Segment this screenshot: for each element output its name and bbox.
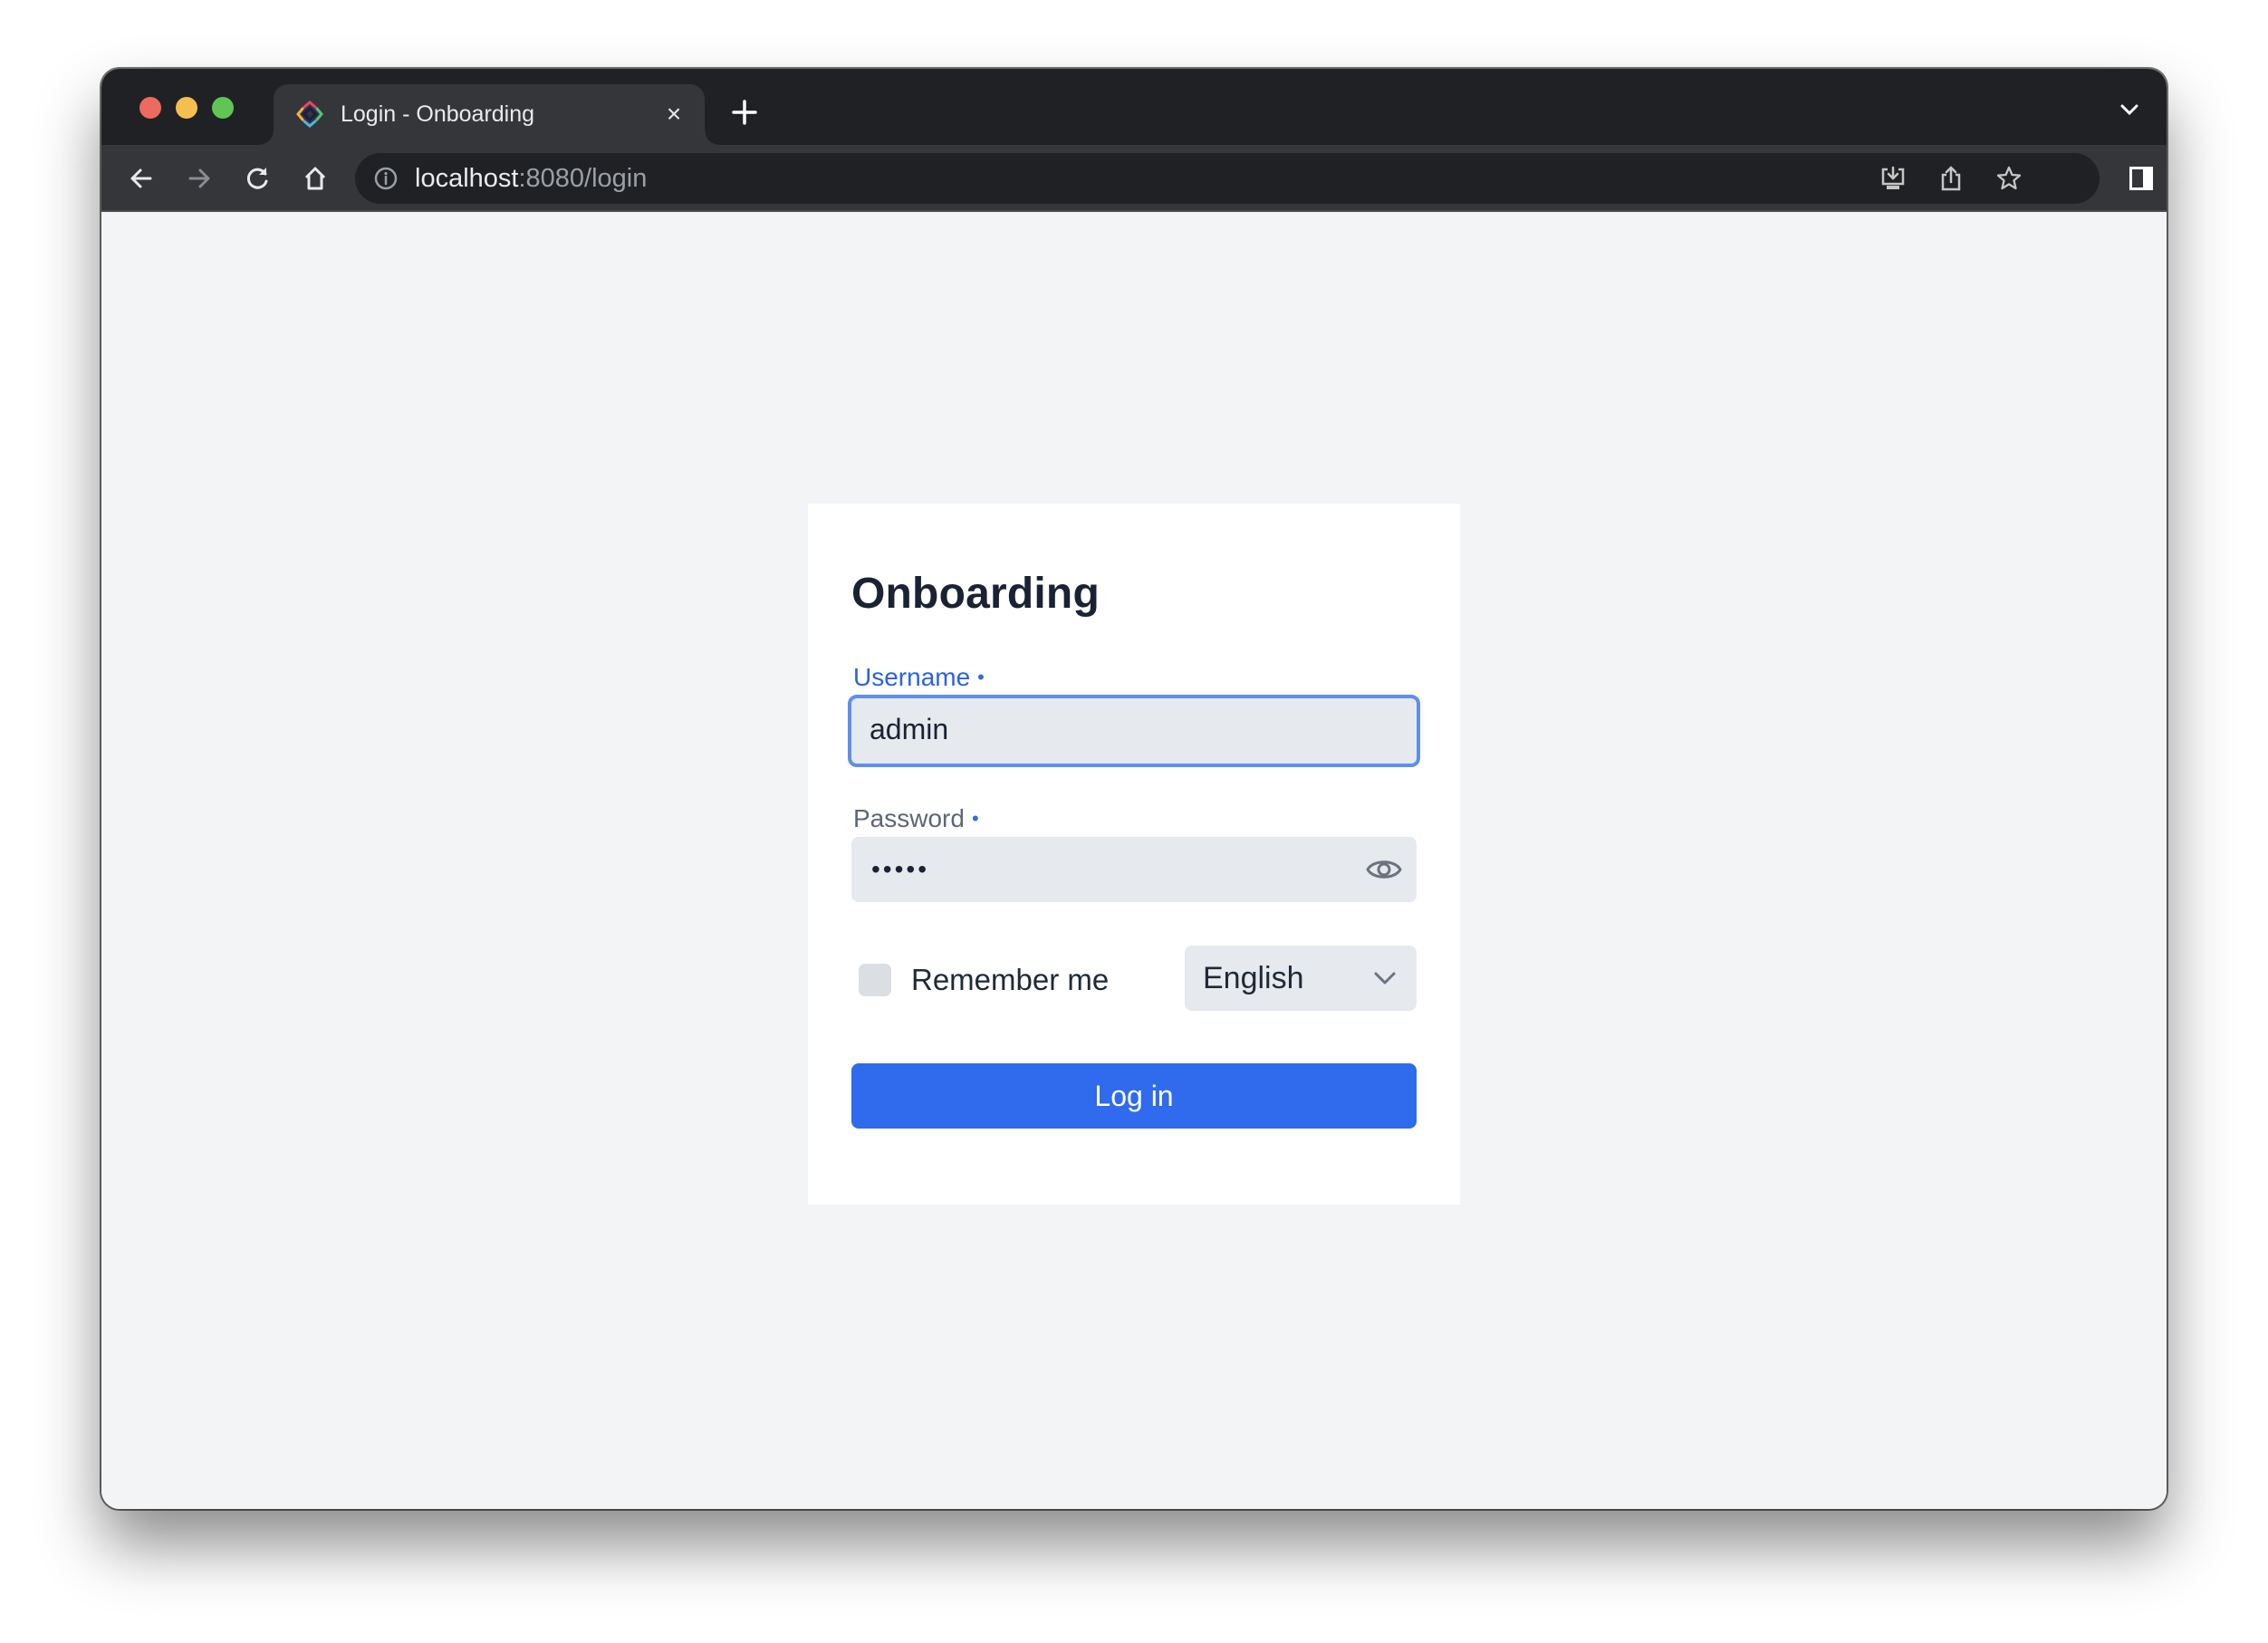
vaadin-diamond-icon	[296, 101, 323, 128]
username-label: Username •	[853, 662, 985, 693]
tab-strip: Login - Onboarding ×	[101, 69, 2167, 145]
back-arrow-icon[interactable]	[125, 162, 158, 195]
url-text[interactable]: localhost:8080/login	[415, 164, 647, 193]
tab-title: Login - Onboarding	[341, 101, 535, 127]
password-value[interactable]: •••••	[871, 851, 929, 888]
remember-me-checkbox[interactable]	[859, 964, 891, 996]
username-input[interactable]: admin	[848, 695, 1420, 767]
reload-icon[interactable]	[241, 162, 274, 195]
browser-toolbar: localhost:8080/login	[101, 145, 2167, 212]
url-host: localhost	[415, 164, 519, 193]
language-value: English	[1203, 961, 1304, 995]
eye-icon[interactable]	[1364, 853, 1404, 886]
info-icon[interactable]	[373, 166, 399, 191]
new-tab-plus-icon[interactable]	[728, 96, 761, 129]
required-indicator: •	[971, 807, 979, 830]
page-content: Onboarding Username • admin Password • •••…	[101, 212, 2167, 1509]
chevron-down-icon	[1374, 972, 1396, 985]
username-value[interactable]: admin	[870, 713, 948, 745]
username-label-text: Username	[853, 663, 971, 691]
close-window-button[interactable]	[139, 97, 161, 119]
remember-me-label[interactable]: Remember me	[911, 963, 1109, 997]
forward-arrow-icon[interactable]	[183, 162, 216, 195]
browser-window: Login - Onboarding × localhost:8080/logi…	[101, 69, 2167, 1509]
install-app-icon[interactable]	[1879, 164, 1908, 193]
page-title: Onboarding	[851, 570, 1100, 618]
required-indicator: •	[977, 666, 985, 688]
language-select[interactable]: English	[1185, 946, 1417, 1011]
minimize-window-button[interactable]	[176, 97, 197, 119]
tab-search-chevron-down-icon[interactable]	[2116, 96, 2143, 123]
url-path: :8080/login	[518, 164, 648, 193]
home-icon[interactable]	[299, 162, 332, 195]
login-button[interactable]: Log in	[851, 1063, 1417, 1129]
password-input[interactable]: •••••	[851, 837, 1417, 902]
password-label: Password •	[853, 803, 979, 834]
bookmark-star-icon[interactable]	[1994, 164, 2023, 193]
login-card: Onboarding Username • admin Password • •••…	[808, 504, 1460, 1205]
tab-login-onboarding[interactable]: Login - Onboarding ×	[259, 84, 719, 145]
side-panel-icon[interactable]	[2125, 162, 2157, 195]
address-bar[interactable]: localhost:8080/login	[355, 153, 2100, 204]
maximize-window-button[interactable]	[212, 97, 234, 119]
password-label-text: Password	[853, 804, 965, 832]
tab-close-icon[interactable]: ×	[661, 101, 687, 127]
share-icon[interactable]	[1936, 164, 1965, 193]
